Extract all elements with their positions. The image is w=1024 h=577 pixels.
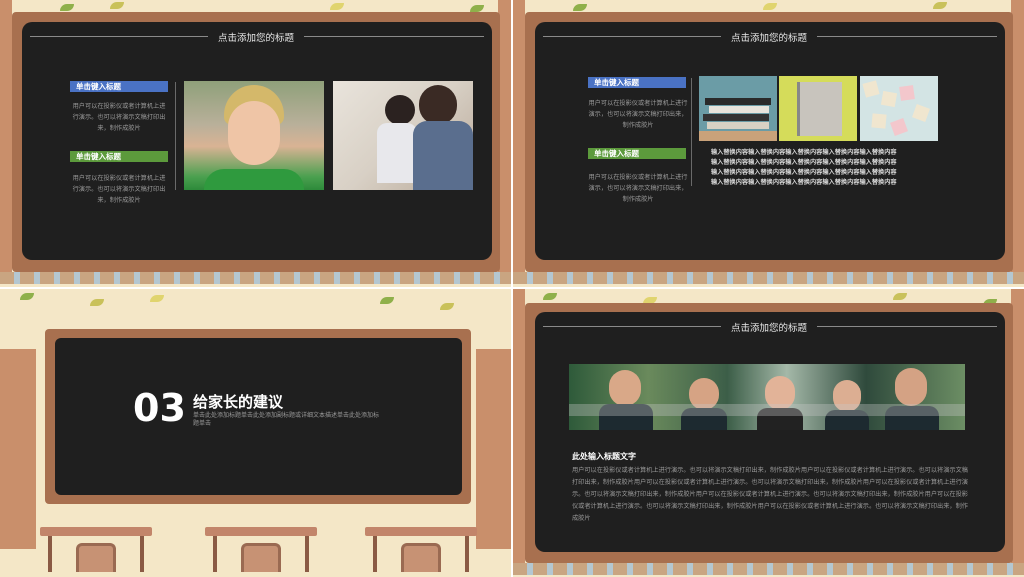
slide-thumbnail-4[interactable]: 点击添加您的标题 此处输入标题文字 用户可以在投影仪或者计算机上进行演示。也可以… [513, 289, 1024, 577]
desk [40, 527, 152, 536]
leaf-decoration [90, 299, 104, 306]
desk-leg [373, 536, 377, 572]
letter-tiles-photo [860, 76, 938, 141]
leaf-decoration [573, 4, 587, 11]
desk-leg [305, 536, 309, 572]
tree-trunk [0, 0, 12, 275]
replace-line: 输入替换内容输入替换内容输入替换内容输入替换内容输入替换内容 [711, 179, 897, 186]
desk-leg [465, 536, 469, 572]
leaf-decoration [150, 295, 164, 302]
section-tag: 单击键入标题 [70, 151, 168, 162]
title-rule-right [817, 36, 997, 37]
leaf-decoration [440, 303, 454, 310]
tree-trunk [0, 349, 36, 549]
graduates-photo [569, 364, 965, 430]
child-photo [184, 81, 324, 190]
leaf-decoration [20, 293, 34, 300]
fence-decoration [513, 563, 1024, 575]
separator [691, 78, 692, 186]
title-rule-left [30, 36, 208, 37]
section-tag: 单击键入标题 [70, 81, 168, 92]
desk-leg [213, 536, 217, 572]
replace-line: 输入替换内容输入替换内容输入替换内容输入替换内容输入替换内容 [711, 159, 897, 166]
content-paragraph: 用户可以在投影仪或者计算机上进行演示。也可以将演示文稿打印出来，制作成胶片用户可… [572, 467, 968, 522]
content-subheading: 此处输入标题文字 [572, 452, 636, 461]
chair [76, 543, 116, 572]
children-reading-photo [333, 81, 473, 190]
leaf-decoration [110, 2, 124, 9]
section-heading: 给家长的建议 [193, 393, 284, 411]
replace-line: 输入替换内容输入替换内容输入替换内容输入替换内容输入替换内容 [711, 169, 897, 176]
title-rule-right [817, 326, 997, 327]
section-tag: 单击键入标题 [588, 77, 686, 88]
title-rule-left [543, 36, 721, 37]
tree-trunk [476, 349, 511, 549]
slide-title: 点击添加您的标题 [730, 33, 807, 44]
section-text: 用户可以在投影仪或者计算机上进行演示，也可以将演示文稿打印出来，制作成胶片 [588, 100, 688, 129]
desk [365, 527, 477, 536]
title-rule-right [304, 36, 484, 37]
section-tag: 单击键入标题 [588, 148, 686, 159]
leaf-decoration [330, 3, 344, 10]
leaf-decoration [470, 5, 484, 12]
slide-thumbnail-2[interactable]: 点击添加您的标题 单击键入标题 用户可以在投影仪或者计算机上进行演示，也可以将演… [513, 0, 1024, 287]
slide-title: 点击添加您的标题 [217, 33, 294, 44]
desk-leg [48, 536, 52, 572]
title-rule-left [543, 326, 721, 327]
section-subtitle: 单击此处添加标题单击此处添加副标题或详细文本描述单击此处添加标题单击 [193, 412, 380, 427]
notebook-photo [779, 76, 857, 141]
leaf-decoration [543, 293, 557, 300]
books-photo [699, 76, 777, 141]
leaf-decoration [60, 4, 74, 11]
chair [241, 543, 281, 572]
leaf-decoration [933, 2, 947, 9]
fence-decoration [0, 272, 511, 284]
fence-decoration [513, 272, 1024, 284]
replace-line: 输入替换内容输入替换内容输入替换内容输入替换内容输入替换内容 [711, 149, 897, 156]
leaf-decoration [380, 297, 394, 304]
section-text: 用户可以在投影仪或者计算机上进行演示。也可以将演示文稿打印出来，制作成胶片 [72, 175, 166, 204]
slide-thumbnail-1[interactable]: 点击添加您的标题 单击键入标题 用户可以在投影仪或者计算机上进行演示。也可以将演… [0, 0, 511, 287]
tree-trunk [513, 0, 525, 275]
chair [401, 543, 441, 572]
desk [205, 527, 317, 536]
grid-divider [0, 287, 1024, 289]
separator [175, 82, 176, 190]
tree-trunk [513, 289, 525, 564]
slide-title: 点击添加您的标题 [730, 323, 807, 334]
slide-thumbnail-3[interactable]: 03 给家长的建议 单击此处添加标题单击此处添加副标题或详细文本描述单击此处添加… [0, 289, 511, 577]
leaf-decoration [763, 3, 777, 10]
chalkboard [535, 22, 1005, 260]
section-text: 用户可以在投影仪或者计算机上进行演示。也可以将演示文稿打印出来，制作成胶片 [72, 103, 166, 132]
section-text: 用户可以在投影仪或者计算机上进行演示，也可以将演示文稿打印出来，制作成胶片 [588, 174, 688, 203]
leaf-decoration [893, 293, 907, 300]
desk-leg [140, 536, 144, 572]
section-number: 03 [133, 386, 186, 430]
